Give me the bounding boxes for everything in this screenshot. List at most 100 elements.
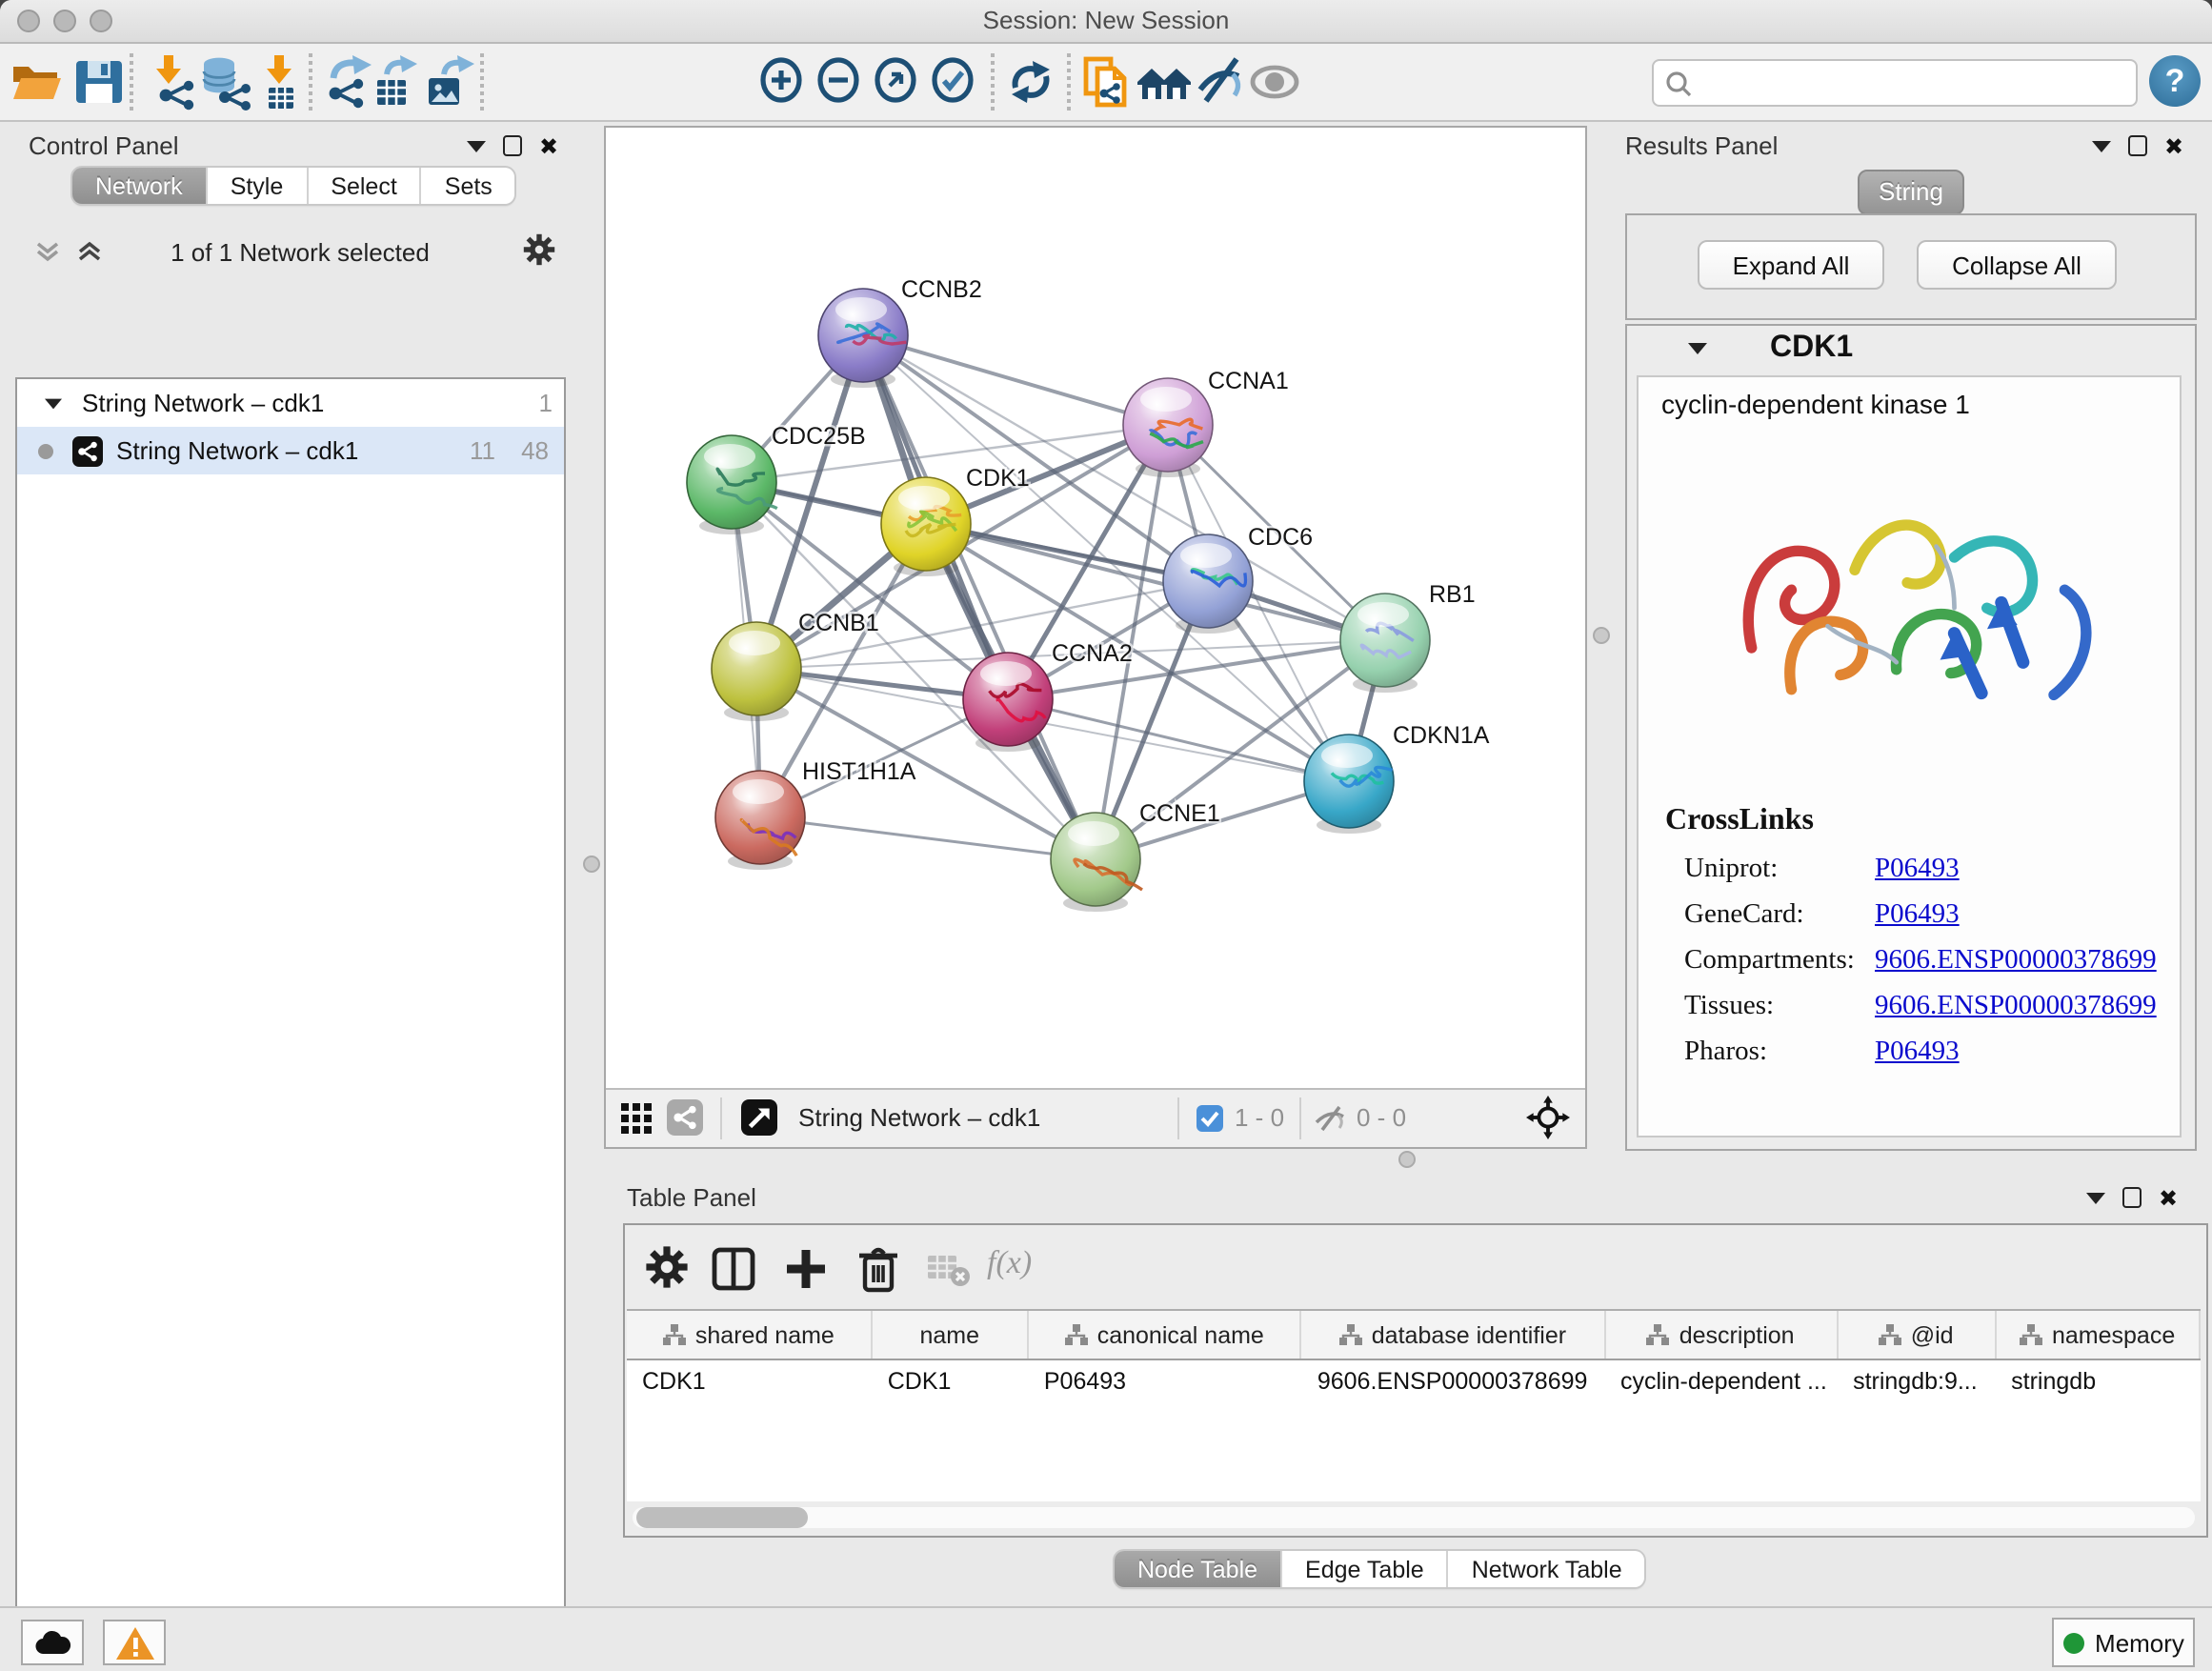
network-label: String Network – cdk1 xyxy=(116,436,358,465)
panel-close-icon[interactable]: ✖ xyxy=(539,136,558,155)
crosslinks-heading: CrossLinks xyxy=(1665,804,1814,838)
horizontal-scrollbar[interactable] xyxy=(633,1507,2195,1528)
delete-column-icon[interactable] xyxy=(855,1244,905,1294)
selected-checkbox-icon[interactable] xyxy=(1196,1105,1223,1141)
crosslink-link[interactable]: 9606.ENSP00000378699 xyxy=(1875,945,2157,977)
scrollbar-thumb[interactable] xyxy=(636,1507,808,1528)
network-node-rb1[interactable] xyxy=(1340,594,1430,693)
network-node-ccne1[interactable] xyxy=(1051,813,1142,912)
network-node-hist1h1a[interactable] xyxy=(715,771,805,870)
tab-sets[interactable]: Sets xyxy=(422,168,515,204)
shared-column-icon xyxy=(2020,1324,2042,1345)
column-header-name[interactable]: name xyxy=(873,1311,1029,1359)
panel-menu-icon[interactable] xyxy=(2086,1192,2105,1203)
expand-all-tree-icon[interactable] xyxy=(76,238,103,274)
split-columns-icon[interactable] xyxy=(709,1244,758,1294)
crosslink-link[interactable]: P06493 xyxy=(1875,899,1960,932)
panel-float-icon[interactable] xyxy=(2122,1187,2142,1208)
network-options-gear-icon[interactable] xyxy=(522,232,556,276)
show-glass-icon[interactable] xyxy=(1246,53,1303,111)
warning-button[interactable] xyxy=(103,1620,166,1665)
panel-float-icon[interactable] xyxy=(2128,135,2147,156)
panel-menu-icon[interactable] xyxy=(467,140,486,151)
share-document-icon[interactable] xyxy=(1078,53,1136,111)
network-node-cdc25b[interactable] xyxy=(687,435,777,534)
node-table[interactable]: shared namenamecanonical namedatabase id… xyxy=(627,1309,2201,1501)
grid-view-icon[interactable] xyxy=(621,1103,652,1143)
zoom-fit-icon[interactable] xyxy=(869,53,926,111)
network-node-cdc6[interactable] xyxy=(1163,534,1253,634)
hidden-eye-icon[interactable] xyxy=(1315,1105,1347,1141)
apply-layout-icon[interactable] xyxy=(1002,53,1059,111)
fit-selected-crosshair-icon[interactable] xyxy=(1526,1096,1570,1149)
network-node-cdk1[interactable] xyxy=(881,477,971,576)
tab-string[interactable]: String xyxy=(1858,170,1964,215)
toolbar-separator xyxy=(480,53,484,111)
network-view[interactable]: CCNB2CCNA1CDC25BCDK1CDC6RB1CCNB1CCNA2CDK… xyxy=(604,126,1587,1149)
window-title: Session: New Session xyxy=(0,6,2212,34)
cloud-button[interactable] xyxy=(21,1620,84,1665)
crosslink-link[interactable]: P06493 xyxy=(1875,854,1960,886)
table-row[interactable]: CDK1CDK1P064939606.ENSP00000378699cyclin… xyxy=(627,1360,2201,1408)
import-table-icon[interactable] xyxy=(251,53,309,111)
panel-close-icon[interactable]: ✖ xyxy=(2164,136,2183,155)
column-header-database-identifier[interactable]: database identifier xyxy=(1302,1311,1605,1359)
hide-glass-icon[interactable] xyxy=(1193,53,1250,111)
save-session-icon[interactable] xyxy=(70,53,128,111)
collapse-all-tree-icon[interactable] xyxy=(34,238,61,274)
tab-network-table[interactable]: Network Table xyxy=(1449,1551,1645,1587)
search-input[interactable] xyxy=(1652,59,2138,107)
help-icon[interactable]: ? xyxy=(2149,55,2201,107)
network-row-selected[interactable]: String Network – cdk1 11 48 xyxy=(17,427,564,474)
network-node-ccna1[interactable] xyxy=(1123,378,1213,477)
import-network-icon[interactable] xyxy=(141,53,198,111)
column-header-description[interactable]: description xyxy=(1605,1311,1838,1359)
panel-menu-icon[interactable] xyxy=(2092,140,2111,151)
tab-network[interactable]: Network xyxy=(72,168,208,204)
tab-select[interactable]: Select xyxy=(308,168,422,204)
crosslink-link[interactable]: P06493 xyxy=(1875,1037,1960,1069)
bottom-splitter-handle[interactable] xyxy=(1398,1151,1416,1168)
table-gear-icon[interactable] xyxy=(644,1244,694,1294)
string-home-icon[interactable] xyxy=(1136,53,1193,111)
tab-style[interactable]: Style xyxy=(208,168,309,204)
tree-expand-icon[interactable] xyxy=(45,398,62,409)
expand-all-button[interactable]: Expand All xyxy=(1698,240,1884,290)
column-header--id[interactable]: @id xyxy=(1838,1311,1996,1359)
tab-edge-table[interactable]: Edge Table xyxy=(1282,1551,1449,1587)
panel-close-icon[interactable]: ✖ xyxy=(2159,1188,2178,1207)
network-collection-row[interactable]: String Network – cdk1 1 xyxy=(17,379,564,427)
zoom-out-icon[interactable] xyxy=(812,53,869,111)
zoom-in-icon[interactable] xyxy=(754,53,812,111)
column-header-namespace[interactable]: namespace xyxy=(1996,1311,2201,1359)
window-titlebar: Session: New Session xyxy=(0,0,2212,44)
network-canvas[interactable]: CCNB2CCNA1CDC25BCDK1CDC6RB1CCNB1CCNA2CDK… xyxy=(606,128,1585,1090)
network-node-ccnb1[interactable] xyxy=(712,622,801,721)
open-file-icon[interactable] xyxy=(8,53,65,111)
network-node-cdkn1a[interactable] xyxy=(1304,735,1394,834)
left-splitter-handle[interactable] xyxy=(583,856,600,873)
export-image-icon[interactable] xyxy=(421,53,478,111)
selected-count: 1 - 0 xyxy=(1235,1103,1284,1132)
tab-node-table[interactable]: Node Table xyxy=(1115,1551,1282,1587)
column-header-shared-name[interactable]: shared name xyxy=(627,1311,873,1359)
import-database-icon[interactable] xyxy=(196,53,253,111)
collapse-all-button[interactable]: Collapse All xyxy=(1917,240,2117,290)
birds-eye-view-icon[interactable] xyxy=(667,1099,703,1145)
column-header-canonical-name[interactable]: canonical name xyxy=(1029,1311,1302,1359)
export-table-icon[interactable] xyxy=(368,53,425,111)
panel-float-icon[interactable] xyxy=(503,135,522,156)
right-splitter-handle[interactable] xyxy=(1593,627,1610,644)
crosslink-link[interactable]: 9606.ENSP00000378699 xyxy=(1875,991,2157,1023)
delete-table-icon xyxy=(924,1244,974,1294)
external-view-icon[interactable] xyxy=(741,1099,777,1145)
entry-collapse-icon[interactable] xyxy=(1688,343,1707,354)
network-edge[interactable] xyxy=(863,335,1168,425)
network-edge[interactable] xyxy=(760,817,1096,859)
control-panel-tabs: NetworkStyleSelectSets xyxy=(72,168,515,204)
add-column-icon[interactable] xyxy=(781,1244,831,1294)
sphere-gloss xyxy=(1321,743,1373,768)
memory-button[interactable]: Memory xyxy=(2052,1618,2195,1667)
zoom-selected-icon[interactable] xyxy=(926,53,983,111)
toolbar-separator xyxy=(309,53,312,111)
